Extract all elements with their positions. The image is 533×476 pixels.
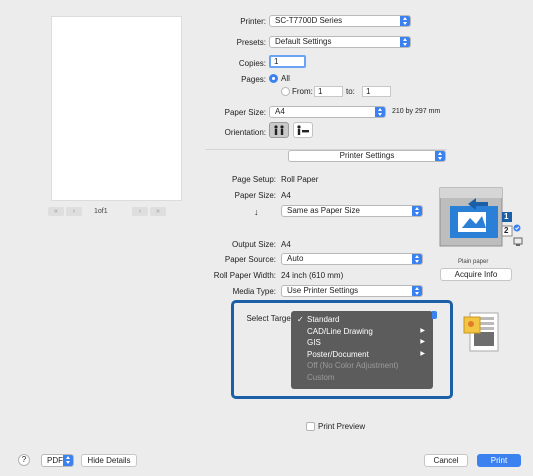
pdf-label: PDF [47,456,63,465]
print-button[interactable]: Print [477,454,521,467]
menu-item[interactable]: GIS ▶ [307,337,425,348]
submenu-arrow-icon: ▶ [420,350,425,357]
pages-from-label: From: [292,87,313,96]
media-type-label: Media Type: [232,287,276,296]
printer-illustration: 1 2 [432,180,527,256]
pages-all-radio[interactable] [269,74,278,83]
menu-item-label: CAD/Line Drawing [307,326,373,336]
media-type-popup[interactable]: Use Printer Settings [281,285,423,297]
printer-popup[interactable]: SC-T7700D Series [269,15,411,27]
nav-next-button[interactable]: › [132,207,148,216]
menu-item-label: Standard [307,315,340,324]
hide-details-button[interactable]: Hide Details [81,454,137,467]
section-popup-value: Printer Settings [339,151,395,160]
output-size-value: A4 [281,240,291,249]
output-scaling-value: Same as Paper Size [287,206,360,215]
chevron-down-icon [63,455,73,466]
badge-1: 1 [504,212,509,221]
pages-from-radio[interactable] [281,87,290,96]
pdf-menu-button[interactable]: PDF [41,454,74,467]
chevron-updown-icon [400,16,410,26]
section-popup[interactable]: Printer Settings [288,150,446,162]
print-preview-checkbox[interactable] [306,422,315,431]
media-type-value: Use Printer Settings [287,286,359,295]
pages-all-label: All [281,74,290,83]
landscape-person-icon [297,125,309,135]
nav-first-button[interactable]: « [48,207,64,216]
page-setup-label: Page Setup: [231,175,276,184]
menu-item: Custom [307,372,425,383]
paper-size-dimensions: 210 by 297 mm [392,108,441,115]
chevron-updown-icon [375,107,385,117]
nav-last-button[interactable]: » [150,207,166,216]
select-target-label: Select Target [246,314,293,323]
orientation-label: Orientation: [224,128,266,137]
badge-2: 2 [504,226,509,235]
select-target-menu[interactable]: ✓ Standard CAD/Line Drawing ▶ GIS ▶ Poster/Do… [291,311,433,389]
pages-label: Pages: [241,75,266,84]
paper-size2-label: Paper Size: [234,191,276,200]
print-preview-label: Print Preview [318,422,366,431]
printer-icon [439,187,523,247]
copies-field[interactable]: 1 [269,55,306,68]
submenu-arrow-icon: ▶ [420,339,425,345]
menu-item[interactable]: Standard [307,314,425,325]
down-arrow-icon: ↓ [254,207,259,217]
chevron-updown-icon [412,254,422,264]
menu-items: Standard CAD/Line Drawing ▶ GIS ▶ Poster/Docu… [307,314,429,386]
paper-source-value: Auto [287,254,304,263]
printer-value: SC-T7700D Series [275,16,343,25]
paper-size-value: A4 [275,107,285,116]
acquire-info-button[interactable]: Acquire Info [440,268,512,281]
menu-item-label: Custom [307,372,335,382]
menu-checkmark: ✓ [297,315,304,324]
menu-item-label: Poster/Document [307,349,369,359]
help-button[interactable]: ? [18,454,30,466]
paper-type-caption: Plain paper [458,259,489,265]
document-preview-icon [463,312,499,352]
pages-to-label: to: [346,87,355,96]
output-size-label: Output Size: [231,240,276,249]
menu-item-label: Off (No Color Adjustment) [307,361,399,370]
paper-size-label: Paper Size: [224,108,266,117]
chevron-updown-icon [435,151,445,161]
menu-item-label: GIS [307,338,321,347]
roll-width-label: Roll Paper Width: [213,271,276,280]
paper-source-popup[interactable]: Auto [281,253,423,265]
page-indicator: 1of1 [94,208,108,215]
menu-item[interactable]: CAD/Line Drawing ▶ [307,326,425,337]
orientation-portrait-button[interactable] [269,122,289,138]
output-scaling-popup[interactable]: Same as Paper Size [281,205,423,217]
paper-size-popup[interactable]: A4 [269,106,386,118]
portrait-person-icon [274,125,284,135]
roll-width-value: 24 inch (610 mm) [281,271,344,280]
orientation-landscape-button[interactable] [293,122,313,138]
chevron-updown-icon [412,286,422,296]
pages-from-field[interactable]: 1 [314,86,343,97]
page-preview [51,16,182,201]
printer-label: Printer: [240,17,266,26]
nav-prev-button[interactable]: ‹ [66,207,82,216]
page-setup-value: Roll Paper [281,175,319,184]
pages-to-field[interactable]: 1 [362,86,391,97]
presets-label: Presets: [236,38,266,47]
paper-source-label: Paper Source: [224,255,276,264]
submenu-arrow-icon: ▶ [420,327,425,334]
cancel-button[interactable]: Cancel [424,454,468,467]
presets-popup[interactable]: Default Settings [269,36,411,48]
chevron-updown-icon [412,206,422,216]
copies-label: Copies: [238,59,266,68]
menu-item[interactable]: Poster/Document ▶ [307,349,425,360]
menu-popup-chevron [432,311,437,319]
paper-size2-value: A4 [281,191,291,200]
select-target-preview [462,311,500,355]
chevron-updown-icon [400,37,410,47]
preview-navigation: « ‹ 1of1 › » [48,207,184,217]
menu-item: Off (No Color Adjustment) [307,360,425,371]
presets-value: Default Settings [275,37,332,46]
